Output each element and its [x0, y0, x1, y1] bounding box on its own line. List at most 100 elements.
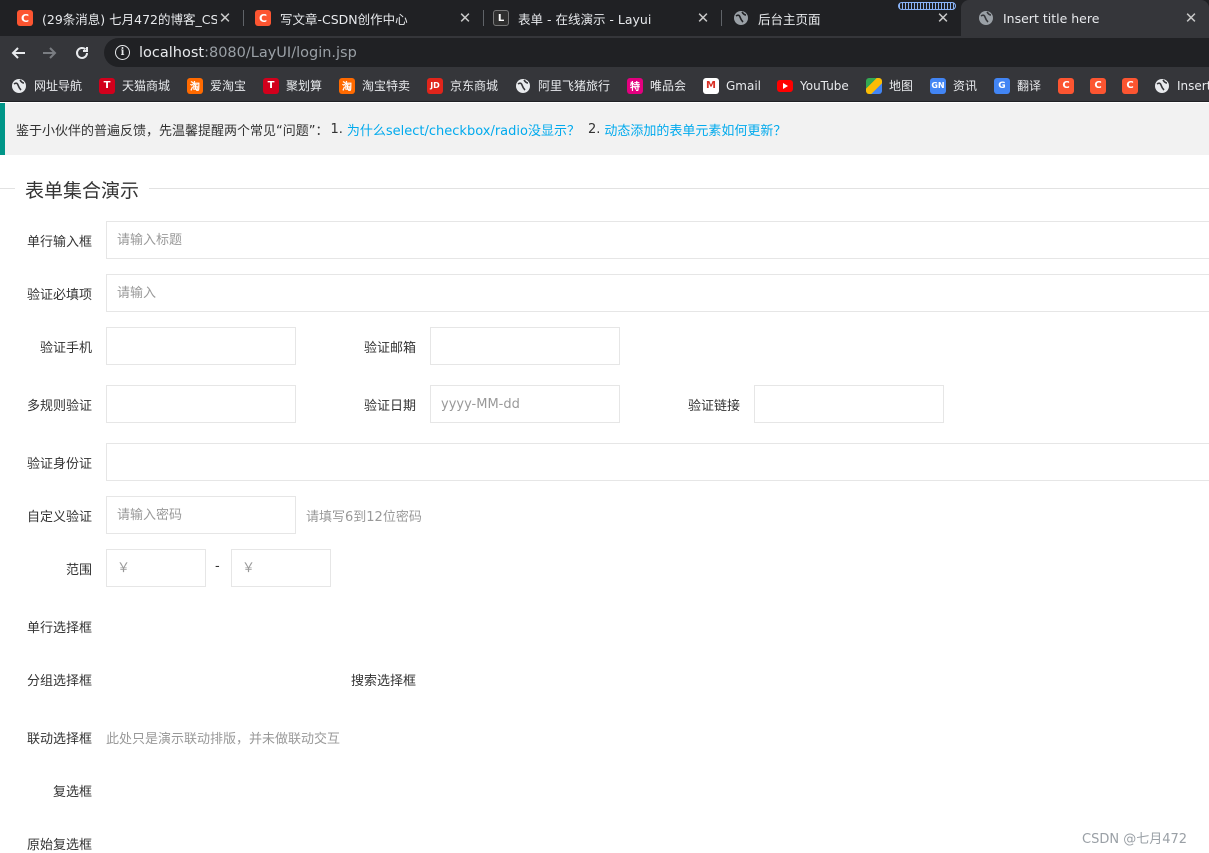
- phone-input[interactable]: [106, 327, 296, 365]
- title-input[interactable]: [106, 221, 1209, 259]
- group-select-label: 分组选择框: [26, 674, 92, 689]
- tab-insert-title[interactable]: Insert title here ✕: [961, 0, 1209, 36]
- bookmark-label: 淘宝特卖: [362, 79, 411, 93]
- bookmark-label: 资讯: [953, 79, 978, 93]
- maps-icon: [866, 77, 882, 94]
- bookmark-item[interactable]: 网址导航: [11, 69, 82, 102]
- vip-icon: 特: [627, 77, 643, 94]
- date-input[interactable]: [430, 385, 620, 423]
- range-separator: -: [215, 559, 220, 574]
- watermark: CSDN @七月472: [1082, 832, 1188, 847]
- bookmark-item[interactable]: M Gmail: [703, 69, 761, 102]
- custom-validate-label: 自定义验证: [26, 510, 92, 525]
- close-icon[interactable]: ✕: [695, 9, 711, 27]
- bookmark-item[interactable]: C: [1090, 69, 1106, 102]
- info-icon[interactable]: i: [115, 45, 130, 60]
- bookmark-label: 唯品会: [650, 79, 687, 93]
- csdn-icon: C: [1090, 77, 1106, 94]
- taobao-icon: 淘: [187, 77, 203, 94]
- arrow-right-icon: [43, 46, 57, 59]
- range-max-input[interactable]: [231, 549, 331, 587]
- bookmark-label: 京东商城: [450, 79, 499, 93]
- fieldset-divider: [0, 188, 1209, 189]
- bookmark-label: 聚划算: [286, 79, 323, 93]
- bookmark-item[interactable]: YouTube: [777, 69, 849, 102]
- address-bar[interactable]: i localhost:8080/LayUI/login.jsp: [104, 38, 1209, 67]
- bookmark-item[interactable]: 淘爱淘宝: [187, 69, 246, 102]
- bookmark-item[interactable]: 特唯品会: [627, 69, 686, 102]
- translate-icon: G: [994, 77, 1010, 94]
- password-hint: 请填写6到12位密码: [306, 510, 422, 525]
- bookmark-item[interactable]: 阿里飞猪旅行: [515, 69, 610, 102]
- bookmark-label: 爱淘宝: [210, 79, 247, 93]
- tab-strip: C (29条消息) 七月472的博客_CSDN ✕ C 写文章-CSDN创作中心…: [0, 0, 1209, 36]
- csdn-icon: C: [1058, 77, 1074, 94]
- url-input[interactable]: [754, 385, 944, 423]
- layui-icon: L: [493, 10, 509, 26]
- bookmark-label: 阿里飞猪旅行: [538, 79, 611, 93]
- tab-csdn-editor[interactable]: C 写文章-CSDN创作中心 ✕: [238, 0, 483, 36]
- checkbox-label: 复选框: [52, 785, 92, 800]
- globe-icon: [11, 78, 27, 94]
- linked-select-hint: 此处只是演示联动排版，并未做联动交互: [106, 732, 341, 747]
- url-label: 验证链接: [687, 399, 740, 414]
- globe-icon: [978, 10, 994, 26]
- date-label: 验证日期: [363, 399, 416, 414]
- bookmark-label: 翻译: [1017, 79, 1042, 93]
- select-label: 单行选择框: [26, 621, 92, 636]
- bookmark-item[interactable]: 地图: [866, 69, 913, 102]
- arrow-left-icon: [11, 46, 25, 59]
- bookmark-label: 网址导航: [34, 79, 83, 93]
- bookmark-item[interactable]: Insert: [1154, 69, 1209, 102]
- bookmark-item[interactable]: C: [1122, 69, 1138, 102]
- idcard-input[interactable]: [106, 443, 1209, 481]
- tab-title: 表单 - 在线演示 - Layui: [518, 11, 652, 27]
- tab-title: Insert title here: [1003, 10, 1100, 26]
- close-icon[interactable]: ✕: [217, 9, 233, 27]
- back-button[interactable]: [4, 36, 32, 69]
- youtube-icon: [777, 78, 793, 94]
- required-label: 验证必填项: [26, 288, 92, 303]
- bookmark-item[interactable]: G 翻译: [994, 69, 1041, 102]
- email-input[interactable]: [430, 327, 620, 365]
- password-input[interactable]: [106, 496, 296, 534]
- bookmark-item[interactable]: JD 京东商城: [427, 69, 498, 102]
- notice-number: 2.: [587, 121, 601, 137]
- close-icon[interactable]: ✕: [1183, 9, 1199, 27]
- bookmark-label: Insert: [1177, 78, 1209, 93]
- notice-link-select[interactable]: 为什么select/checkbox/radio没显示？: [347, 120, 580, 139]
- bookmark-item[interactable]: GN 资讯: [930, 69, 977, 102]
- linked-select-label: 联动选择框: [26, 732, 92, 747]
- bookmark-item[interactable]: T 天猫商城: [99, 69, 170, 102]
- close-icon[interactable]: ✕: [935, 9, 951, 27]
- notice-link-dynamic[interactable]: 动态添加的表单元素如何更新？: [604, 120, 786, 139]
- gmail-icon: M: [703, 77, 719, 94]
- reload-button[interactable]: [68, 36, 96, 69]
- bookmark-item[interactable]: C: [1058, 69, 1074, 102]
- range-min-input[interactable]: [106, 549, 206, 587]
- globe-icon: [733, 10, 749, 26]
- forward-button[interactable]: [36, 36, 64, 69]
- idcard-label: 验证身份证: [26, 457, 92, 472]
- range-label: 范围: [65, 563, 92, 578]
- bookmark-label: Gmail: [726, 78, 762, 93]
- globe-icon: [1154, 78, 1170, 94]
- jd-icon: JD: [427, 77, 443, 94]
- audio-indicator-icon: [898, 2, 956, 10]
- browser-toolbar: i localhost:8080/LayUI/login.jsp: [0, 36, 1209, 69]
- bookmark-item[interactable]: 淘淘宝特卖: [339, 69, 410, 102]
- tab-csdn-blog[interactable]: C (29条消息) 七月472的博客_CSDN ✕: [0, 0, 243, 36]
- multi-rule-input[interactable]: [106, 385, 296, 423]
- tab-layui-form[interactable]: L 表单 - 在线演示 - Layui ✕: [476, 0, 721, 36]
- news-icon: GN: [930, 77, 946, 94]
- required-input[interactable]: [106, 274, 1209, 312]
- notice-number: 1.: [330, 121, 343, 137]
- url-text[interactable]: localhost:8080/LayUI/login.jsp: [139, 45, 357, 61]
- notice-text: 鉴于小伙伴的普遍反馈，先温馨提醒两个常见“问题”：: [16, 123, 329, 139]
- bookmark-item[interactable]: T 聚划算: [263, 69, 322, 102]
- tab-title: 写文章-CSDN创作中心: [280, 11, 408, 27]
- tab-title: 后台主页面: [758, 11, 821, 27]
- search-select-label: 搜索选择框: [350, 674, 416, 689]
- close-icon[interactable]: ✕: [457, 9, 473, 27]
- multi-rule-label: 多规则验证: [26, 399, 92, 414]
